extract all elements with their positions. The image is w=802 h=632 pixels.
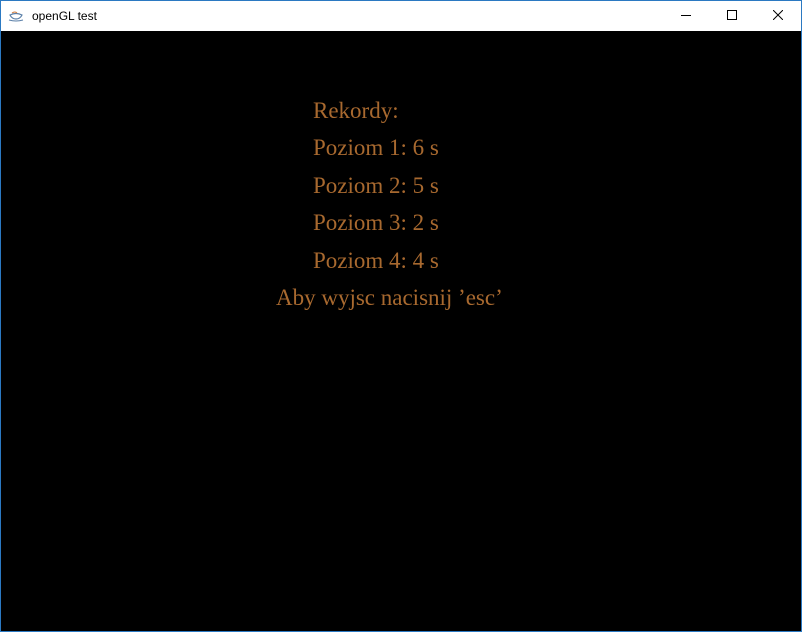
minimize-button[interactable] <box>663 1 709 31</box>
level-4-record: Poziom 4: 4 s <box>313 248 439 273</box>
minimize-icon <box>681 7 691 25</box>
opengl-canvas[interactable]: Rekordy: Poziom 1: 6 s Poziom 2: 5 s Poz… <box>1 31 801 631</box>
exit-hint: Aby wyjsc nacisnij ’esc’ <box>276 285 503 310</box>
close-button[interactable] <box>755 1 801 31</box>
level-3-record: Poziom 3: 2 s <box>313 210 439 235</box>
window-title: openGL test <box>32 9 97 23</box>
level-1-record: Poziom 1: 6 s <box>313 135 439 160</box>
maximize-icon <box>727 7 737 25</box>
close-icon <box>772 7 784 25</box>
title-bar[interactable]: openGL test <box>1 1 801 31</box>
level-2-record: Poziom 2: 5 s <box>313 173 439 198</box>
records-heading: Rekordy: <box>313 98 399 123</box>
java-cup-icon[interactable] <box>8 9 24 23</box>
maximize-button[interactable] <box>709 1 755 31</box>
app-window: openGL test Rekordy: Poziom 1: 6 s Pozio… <box>0 0 802 632</box>
